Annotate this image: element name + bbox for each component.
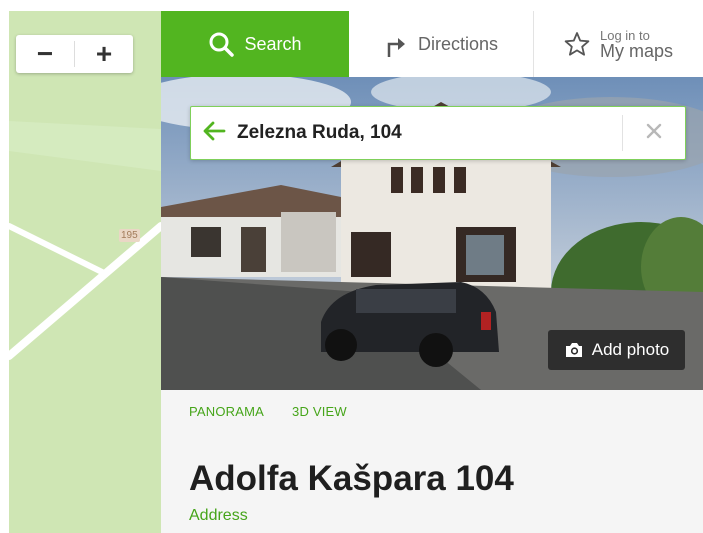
search-input[interactable] bbox=[237, 113, 622, 153]
back-arrow-icon bbox=[202, 120, 226, 147]
tab-search-label: Search bbox=[244, 33, 302, 54]
login-text: Log in to My maps bbox=[600, 29, 673, 60]
add-photo-button[interactable]: Add photo bbox=[548, 330, 685, 370]
back-button[interactable] bbox=[191, 120, 237, 147]
tab-login-my-maps[interactable]: Log in to My maps bbox=[534, 11, 703, 77]
top-navigation: Search Directions Log in to My maps bbox=[161, 11, 703, 78]
tab-directions[interactable]: Directions bbox=[349, 11, 534, 77]
map-canvas bbox=[9, 11, 161, 533]
zoom-control: − + bbox=[16, 35, 133, 73]
3d-view-link[interactable]: 3D VIEW bbox=[292, 404, 347, 419]
place-type-link[interactable]: Address bbox=[189, 507, 248, 525]
view-links: PANORAMA 3D VIEW bbox=[189, 404, 347, 419]
close-icon bbox=[645, 122, 663, 145]
login-line1: Log in to bbox=[599, 27, 650, 43]
turn-arrow-icon bbox=[384, 30, 408, 58]
panorama-link[interactable]: PANORAMA bbox=[189, 404, 264, 419]
clear-search-button[interactable] bbox=[623, 122, 685, 145]
star-icon bbox=[564, 31, 590, 57]
camera-icon bbox=[564, 341, 584, 359]
zoom-out-button[interactable]: − bbox=[16, 35, 74, 73]
map-view[interactable]: 195 bbox=[9, 11, 161, 533]
add-photo-label: Add photo bbox=[591, 340, 670, 359]
zoom-in-button[interactable]: + bbox=[75, 35, 133, 73]
tab-directions-label: Directions bbox=[417, 33, 499, 54]
search-icon bbox=[208, 31, 235, 57]
login-line2: My maps bbox=[599, 40, 673, 61]
side-panel: Search Directions Log in to My maps Zele… bbox=[161, 11, 703, 533]
road-number-label: 195 bbox=[119, 229, 140, 242]
search-box bbox=[190, 106, 686, 160]
place-title: Adolfa Kašpara 104 bbox=[189, 459, 514, 498]
tab-search[interactable]: Search bbox=[161, 11, 349, 77]
